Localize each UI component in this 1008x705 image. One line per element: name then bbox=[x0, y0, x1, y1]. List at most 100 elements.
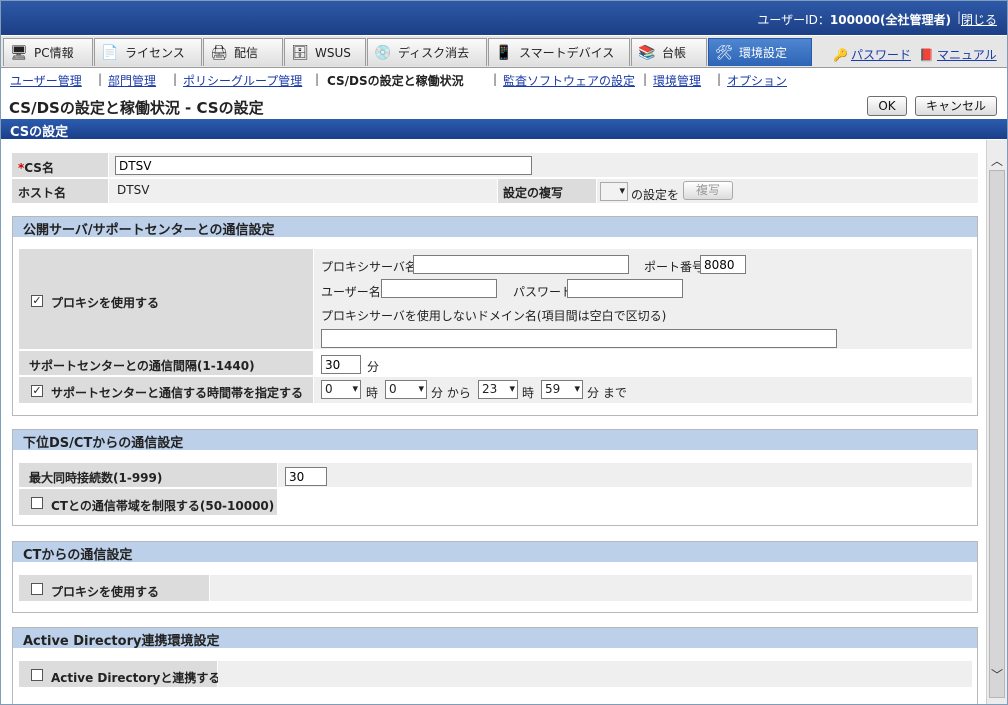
no-proxy-domain-label: プロキシサーバを使用しないドメイン名(項目間は空白で区切る) bbox=[321, 309, 667, 323]
bandwidth-label: CTとの通信帯域を制限する(50-10000) bbox=[51, 499, 275, 513]
tab-wsus[interactable]: 🗄 WSUS bbox=[284, 38, 366, 66]
ct-comm-title: CTからの通信設定 bbox=[13, 542, 977, 563]
from-minute-value: 0 bbox=[389, 382, 397, 396]
bandwidth-values-cell bbox=[278, 489, 972, 515]
manual-link-label: マニュアル bbox=[936, 48, 997, 62]
subnav-separator: | bbox=[493, 72, 498, 86]
subnav-separator: | bbox=[315, 72, 320, 86]
chevron-down-icon: ▾ bbox=[574, 382, 580, 395]
password-link[interactable]: 🔑 パスワード bbox=[833, 46, 911, 63]
chevron-down-icon: ▾ bbox=[352, 382, 358, 395]
to-minute-value: 59 bbox=[545, 382, 561, 396]
to-suffix: 分 まで bbox=[587, 386, 627, 400]
use-proxy-label: プロキシを使用する bbox=[51, 296, 160, 310]
subnav-monitor-software[interactable]: 監査ソフトウェアの設定 bbox=[503, 72, 635, 89]
subnav-policy-group[interactable]: ポリシーグループ管理 bbox=[183, 72, 302, 89]
ledger-icon: 📚 bbox=[638, 44, 656, 61]
interval-cell bbox=[314, 351, 972, 375]
subnav-options[interactable]: オプション bbox=[727, 72, 787, 89]
from-suffix: 分 から bbox=[431, 386, 471, 400]
ok-button[interactable]: OK bbox=[867, 96, 907, 116]
proxy-user-field[interactable] bbox=[381, 279, 497, 298]
user-id-prefix: ユーザーID： bbox=[757, 13, 830, 27]
tab-label: 台帳 bbox=[662, 46, 687, 60]
subnav-separator: | bbox=[717, 72, 722, 86]
book-icon: 📕 bbox=[919, 48, 934, 62]
proxy-server-label: プロキシサーバ名 bbox=[321, 260, 417, 274]
tab-pc-info[interactable]: 🖥 PC情報 bbox=[3, 38, 93, 66]
from-minute-select[interactable]: 0 ▾ bbox=[385, 380, 427, 399]
chevron-down-icon: ▾ bbox=[509, 382, 515, 395]
use-proxy-checkbox[interactable]: ✓ bbox=[31, 295, 43, 307]
copy-settings-label: 設定の複写 bbox=[498, 179, 596, 203]
tab-ledger[interactable]: 📚 台帳 bbox=[631, 38, 707, 66]
to-minute-select[interactable]: 59 ▾ bbox=[541, 380, 583, 399]
hour-unit: 時 bbox=[366, 386, 379, 400]
close-link[interactable]: 閉じる bbox=[961, 11, 997, 28]
chevron-down-icon: ▾ bbox=[619, 184, 625, 197]
scrollbar-thumb[interactable] bbox=[989, 170, 1005, 698]
ad-link-label: Active Directoryと連携する bbox=[51, 671, 221, 685]
copy-source-select[interactable]: ▾ bbox=[600, 182, 628, 201]
scroll-up-icon[interactable]: ︿ bbox=[991, 152, 1003, 169]
subnav-separator: | bbox=[173, 72, 178, 86]
tab-disk-erase[interactable]: 💿 ディスク消去 bbox=[367, 38, 487, 66]
max-connections-cell bbox=[278, 463, 972, 487]
cancel-button[interactable]: キャンセル bbox=[915, 96, 997, 116]
public-server-title: 公開サーバ/サポートセンターとの通信設定 bbox=[13, 217, 977, 238]
interval-unit: 分 bbox=[367, 360, 380, 374]
delivery-icon: 🖨 bbox=[210, 44, 228, 61]
scroll-down-icon[interactable]: ﹀ bbox=[991, 666, 1003, 683]
copy-button[interactable]: 複写 bbox=[683, 181, 733, 200]
timeband-checkbox[interactable]: ✓ bbox=[31, 385, 43, 397]
manual-link[interactable]: 📕 マニュアル bbox=[919, 46, 997, 63]
tab-label: ライセンス bbox=[125, 46, 185, 60]
cs-name-label: *CS名 bbox=[12, 153, 108, 177]
proxy-server-field[interactable] bbox=[413, 255, 629, 274]
tab-label: 環境設定 bbox=[739, 46, 788, 60]
max-connections-field[interactable] bbox=[285, 467, 327, 486]
interval-field[interactable] bbox=[321, 355, 361, 374]
from-hour-value: 0 bbox=[325, 382, 333, 396]
disk-erase-icon: 💿 bbox=[374, 44, 392, 61]
subnav-department-management[interactable]: 部門管理 bbox=[108, 72, 156, 89]
key-icon: 🔑 bbox=[833, 48, 848, 62]
subnav-separator: | bbox=[98, 72, 103, 86]
page-title: CS/DSの設定と稼働状況 - CSの設定 bbox=[9, 99, 264, 117]
port-field[interactable] bbox=[700, 255, 746, 274]
tab-smart-device[interactable]: 📱 スマートデバイス bbox=[488, 38, 630, 66]
lower-comm-title: 下位DS/CTからの通信設定 bbox=[13, 430, 977, 451]
page-title-bar: CS/DSの設定と稼働状況 - CSの設定 OK キャンセル bbox=[1, 92, 1007, 118]
no-proxy-domain-field[interactable] bbox=[321, 329, 837, 348]
hour-unit: 時 bbox=[522, 386, 535, 400]
bandwidth-checkbox[interactable] bbox=[31, 497, 43, 509]
tab-license[interactable]: 📄 ライセンス bbox=[94, 38, 202, 66]
timeband-label: サポートセンターと通信する時間帯を指定する bbox=[51, 386, 304, 400]
password-link-label: パスワード bbox=[850, 48, 911, 62]
ct-proxy-checkbox[interactable] bbox=[31, 583, 43, 595]
license-icon: 📄 bbox=[101, 44, 119, 61]
subnav-user-management[interactable]: ユーザー管理 bbox=[10, 72, 82, 89]
proxy-password-field[interactable] bbox=[567, 279, 683, 298]
tab-delivery[interactable]: 🖨 配信 bbox=[203, 38, 283, 66]
cs-name-field[interactable] bbox=[115, 156, 532, 175]
vertical-scrollbar[interactable]: ︿ ﹀ bbox=[986, 140, 1007, 704]
main-tabs: 🖥 PC情報 📄 ライセンス 🖨 配信 🗄 WSUS 💿 ディスク消去 📱 スマートデバイス… bbox=[1, 36, 1007, 68]
ad-title: Active Directory連携環境設定 bbox=[13, 628, 977, 649]
tab-environment-settings[interactable]: 🛠 環境設定 bbox=[708, 38, 812, 66]
subnav-current-page: CS/DSの設定と稼働状況 bbox=[327, 74, 464, 88]
to-hour-value: 23 bbox=[482, 382, 498, 396]
host-name-value: DTSV bbox=[117, 183, 150, 197]
ad-link-checkbox[interactable] bbox=[31, 669, 43, 681]
sub-navigation: ユーザー管理 | 部門管理 | ポリシーグループ管理 | CS/DSの設定と稼働… bbox=[1, 69, 1007, 90]
settings-tools-icon: 🛠 bbox=[715, 44, 733, 61]
subnav-environment-management[interactable]: 環境管理 bbox=[653, 72, 701, 89]
proxy-user-label: ユーザー名 bbox=[321, 285, 381, 299]
from-hour-select[interactable]: 0 ▾ bbox=[321, 380, 361, 399]
settings-content: *CS名 ホスト名 DTSV 設定の複写 ▾ の設定を 複写 公開サーバ/サポー… bbox=[1, 140, 986, 704]
tab-label: 配信 bbox=[234, 46, 259, 60]
to-hour-select[interactable]: 23 ▾ bbox=[478, 380, 518, 399]
chevron-down-icon: ▾ bbox=[418, 382, 424, 395]
ad-link-values-cell bbox=[218, 661, 972, 687]
wsus-icon: 🗄 bbox=[291, 44, 309, 61]
